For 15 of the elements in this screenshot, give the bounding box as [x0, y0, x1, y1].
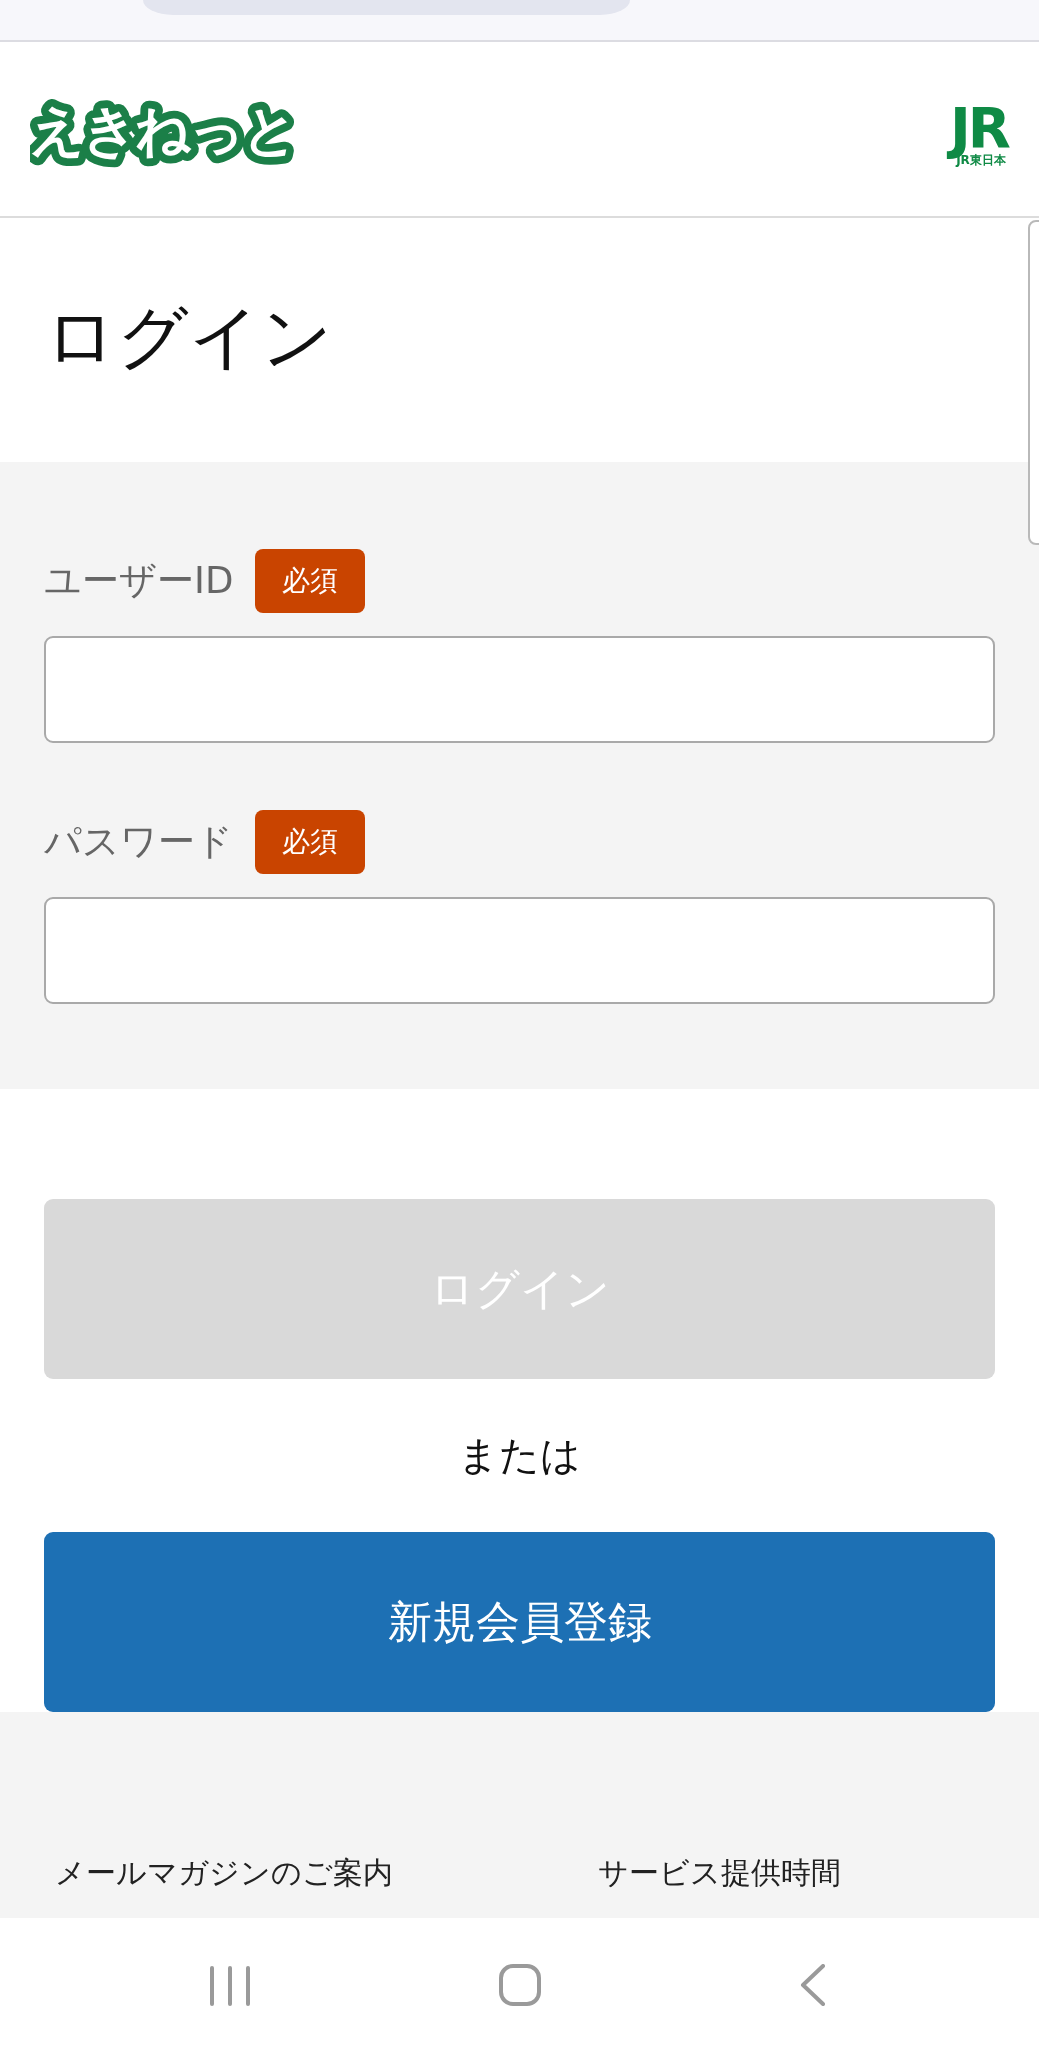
- or-separator: または: [458, 1431, 581, 1480]
- input-field[interactable]: [44, 897, 995, 1004]
- input-field[interactable]: [44, 636, 995, 743]
- field-label: パスワード: [44, 819, 233, 865]
- required-badge: 必須: [255, 549, 366, 613]
- register-button[interactable]: 新規会員登録: [44, 1532, 995, 1712]
- page-title: ログイン: [45, 295, 333, 380]
- home-icon[interactable]: [499, 1964, 541, 2006]
- site-logo[interactable]: えきねっと: [30, 90, 294, 168]
- back-icon[interactable]: [800, 1964, 826, 2006]
- required-badge: 必須: [255, 810, 365, 874]
- field-label: ユーザーID: [44, 558, 234, 604]
- footer-link[interactable]: サービス提供時間: [598, 1853, 841, 1893]
- footer-link[interactable]: メールマガジンのご案内: [55, 1853, 598, 1893]
- recent-apps-icon[interactable]: [209, 1966, 251, 2006]
